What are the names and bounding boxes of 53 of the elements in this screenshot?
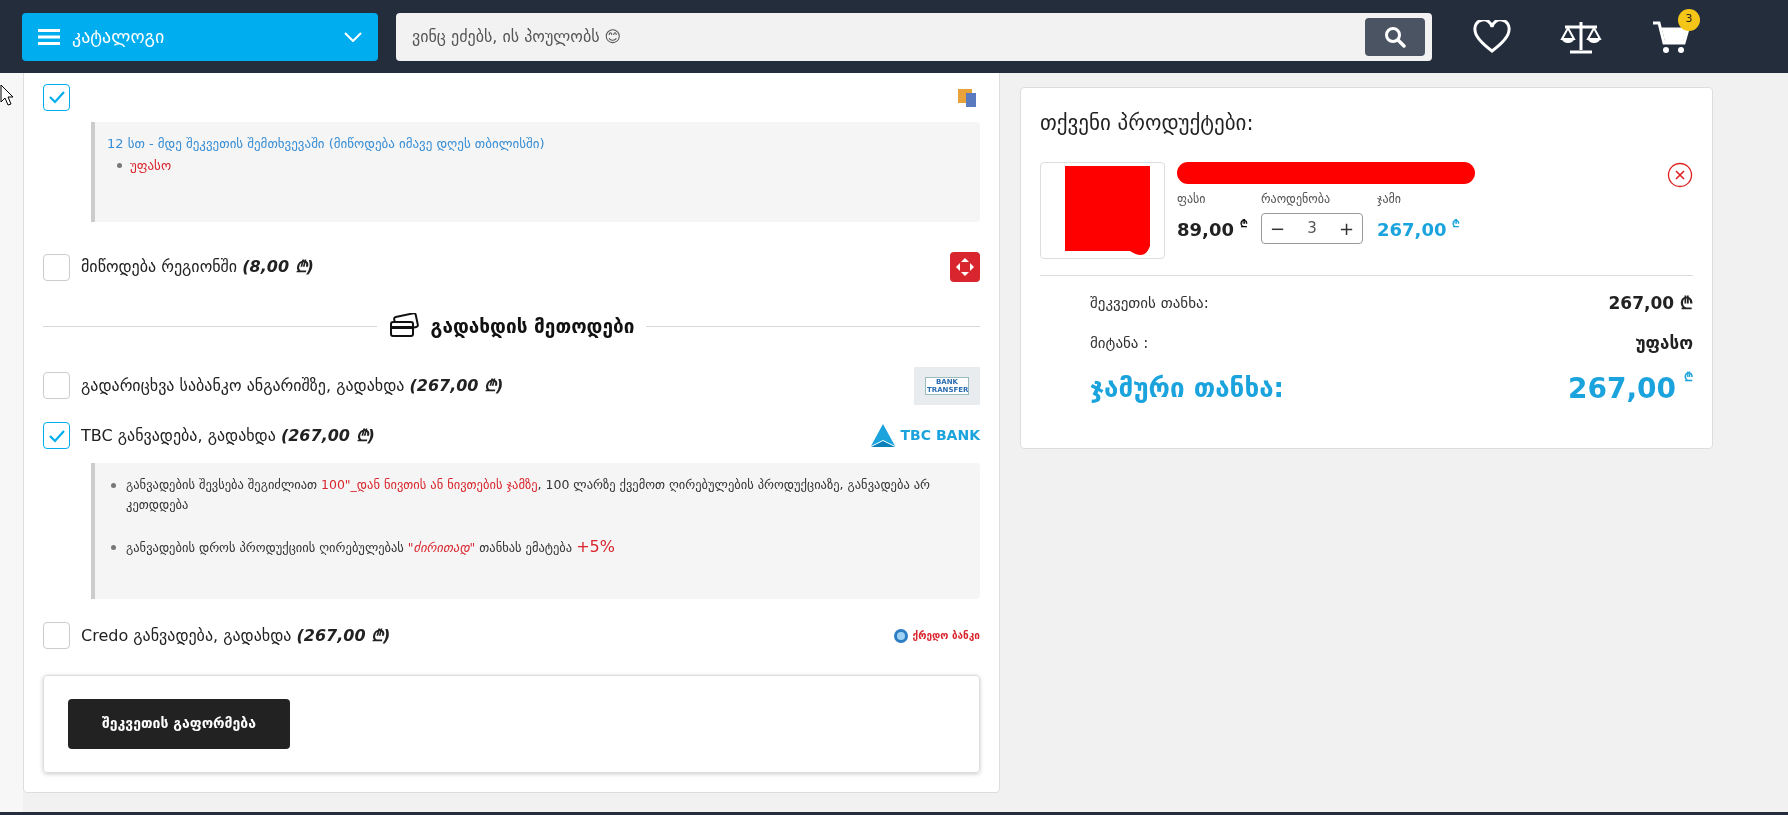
summary-value: უფასო	[1635, 331, 1693, 355]
line-total: 267,00	[1377, 217, 1447, 242]
checkbox[interactable]	[43, 422, 70, 449]
summary-label: შეკვეთის თანხა:	[1090, 293, 1209, 315]
summary-label: მიტანა :	[1090, 333, 1149, 355]
total-value: 267,00	[1567, 370, 1676, 407]
globe-logo-icon	[892, 627, 909, 644]
option-label[interactable]: Credo განვადება, გადახდა (267,00 ₾)	[81, 623, 860, 648]
increase-button[interactable]: +	[1338, 214, 1354, 242]
currency-sign: ₾	[1239, 216, 1248, 231]
cart-count-badge: 3	[1678, 8, 1700, 31]
checkmark-icon	[47, 90, 66, 104]
price-note: უფასო	[130, 156, 172, 175]
sum-label: ჯამი	[1377, 190, 1403, 208]
credit-cards-icon	[388, 313, 419, 340]
checkbox[interactable]	[43, 83, 70, 111]
search-bar[interactable]: ვინც ეძებს, ის პოულობს 😊	[396, 12, 1432, 61]
quantity-label: რაოდენობა	[1261, 190, 1331, 208]
installment-note: განვადების შევსება შეგიძლიათ 100"_დან ნივთის ან ნივთების ჯამზე, 100 ლარზე ქვემოთ ღირებულების პროდუქციაზე, განვადება არ კეთდდება	[126, 475, 932, 514]
delivery-note: 12 სთ - მდე შეკვეთის შემთხვევაში (მიწოდება იმავე დღეს თბილისში)	[107, 135, 546, 153]
decrease-button[interactable]: −	[1270, 214, 1286, 242]
bullet-icon	[111, 544, 116, 550]
chevron-down-icon	[344, 31, 362, 42]
currency-sign: ₾	[1452, 216, 1461, 231]
currency-sign: ₾	[1684, 368, 1693, 386]
summary-value: 267,00 ₾	[1608, 291, 1693, 315]
price-label: ფასი	[1177, 190, 1207, 208]
bullet-icon	[117, 162, 122, 168]
section-heading: გადახდის მეთოდები	[430, 314, 635, 340]
tbc-logo-icon	[868, 422, 897, 449]
option-label[interactable]: მიწოდება რეგიონში (8,00 ₾)	[81, 255, 860, 279]
menu-icon	[38, 27, 60, 46]
quantity-value: 3	[1307, 217, 1317, 239]
bullet-icon	[111, 482, 116, 488]
cart-title: თქვენი პროდუქტები:	[1040, 110, 1255, 137]
search-button[interactable]	[1365, 17, 1425, 56]
checkbox[interactable]	[43, 253, 70, 281]
unit-price: 89,00	[1177, 217, 1234, 242]
search-icon	[1384, 25, 1406, 48]
bank-logo-text: TBC BANK	[900, 426, 980, 445]
bank-logo-text: ქრედო ბანკი	[912, 629, 980, 643]
heart-icon[interactable]	[1472, 19, 1512, 54]
option-label[interactable]: TBC განვადება, გადახდა (267,00 ₾)	[81, 423, 860, 448]
submit-order-button[interactable]: შეკვეთის გაფორმება	[68, 698, 290, 749]
quantity-stepper[interactable]: − 3 +	[1261, 212, 1363, 244]
installment-note: განვადების დროს პროდუქციის ღირებულებას "ძირითად" თანხას ემატება +5%	[126, 536, 615, 558]
checkmark-icon	[47, 428, 66, 443]
option-label[interactable]: გადარიცხვა საბანკო ანგარიშზე, გადახდა (267,00 ₾)	[81, 373, 860, 398]
checkbox[interactable]	[43, 622, 70, 649]
total-label: ჯამური თანხა:	[1090, 372, 1284, 405]
checkbox[interactable]	[43, 372, 70, 399]
delivery-logo-icon	[950, 252, 980, 282]
search-field[interactable]: ვინც ეძებს, ის პოულობს 😊	[412, 24, 1365, 49]
